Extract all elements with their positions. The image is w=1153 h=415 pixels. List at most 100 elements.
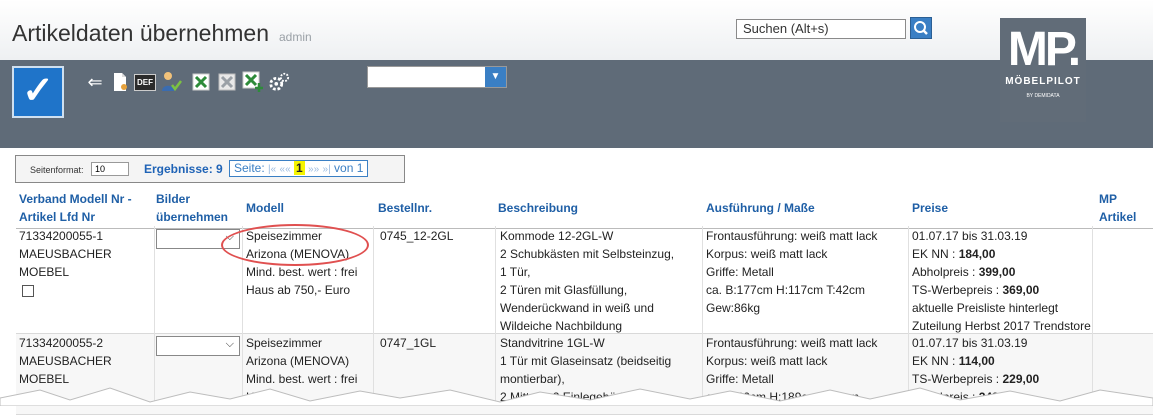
column-header-preise[interactable]: Preise [912,199,948,217]
cell-line: Speisezimmer [246,336,323,350]
highlight-annotation [221,224,369,266]
cell-line: Wildeiche Nachbildung [500,319,623,333]
column-header-mp-artikel[interactable]: MP Artikel [1099,190,1136,226]
price-label: Abholpreis : [912,265,979,279]
column-divider [908,226,909,406]
price-line: EK NN : 184,00 [912,245,1091,263]
cell-line: 71334200055-2 [19,336,104,350]
back-arrow-icon: ⇐ [87,71,103,92]
price-value: 399,00 [978,265,1016,279]
cell-bestellnr: 0747_1GL [380,336,437,350]
price-line: Zuteilung Herbst 2017 Trendstore [912,317,1091,335]
def-button[interactable]: DEF [134,71,156,93]
next-page-button[interactable]: »» [308,164,319,175]
def-icon: DEF [134,73,156,91]
cell-verband: 71334200055-2 MAEUSBACHER MOEBEL [19,334,112,388]
chevron-down-icon: ⌵ [225,338,234,350]
user-check-button[interactable] [160,71,182,93]
logo-mark: MP. [1007,23,1081,76]
excel-add-icon [242,71,263,92]
column-divider [1092,226,1093,406]
dropdown-button[interactable]: ▼ [485,67,506,87]
settings-button[interactable] [268,71,290,93]
user-check-icon [162,72,182,92]
excel-disabled-button[interactable] [216,71,238,93]
cell-line: 2 Schubkästen mit Selbsteinzug, [500,247,675,261]
cell-beschreibung: Kommode 12-2GL-W 2 Schubkästen mit Selbs… [500,227,674,335]
column-divider [373,226,374,406]
table-row[interactable]: 71334200055-1 MAEUSBACHER MOEBEL ⌵ Speis… [16,227,1153,334]
excel-icon [192,73,210,91]
cell-line: 1 Tür mit Glaseinsatz (beidseitig [500,354,672,368]
settings-icon [269,72,290,91]
cell-bestellnr: 0745_12-2GL [380,229,454,243]
page-format-label: Seitenformat: [30,165,84,175]
page-title: Artikeldaten übernehmen admin [12,20,312,47]
cell-line: Haus ab 750,- Euro [246,283,351,297]
confirm-button[interactable]: ✓ [12,66,64,118]
excel-add-button[interactable] [242,71,264,93]
results-count: Ergebnisse: 9 [144,162,223,176]
cell-line: 2 Türen mit Glasfüllung, [500,283,628,297]
logo-tagline: BY DEMIDATA [1026,93,1060,99]
logo-name: MÖBELPILOT [1005,76,1081,87]
cell-line: Arizona (MENOVA) [246,354,350,368]
first-page-button[interactable]: |« [268,164,276,175]
price-value: 184,00 [958,247,996,261]
cell-ausfuehrung: Frontausführung: weiß matt lack Korpus: … [706,227,877,317]
page-title-text: Artikeldaten übernehmen [12,20,269,46]
cell-line: Standvitrine 1GL-W [500,336,605,350]
search-icon [914,21,928,35]
current-page[interactable]: 1 [294,161,305,175]
cell-line: MAEUSBACHER [19,354,112,368]
column-header-ausfuehrung[interactable]: Ausführung / Maße [706,199,815,217]
column-header-bestellnr[interactable]: Bestellnr. [378,199,432,217]
cell-line: MOEBEL [19,265,70,279]
price-label: TS-Werbepreis : [912,283,1003,297]
chevron-down-icon: ▼ [490,71,501,82]
last-page-button[interactable]: »| [323,164,331,175]
cell-preise: 01.07.17 bis 31.03.19 EK NN : 184,00 Abh… [912,227,1091,335]
check-icon: ✓ [22,70,54,112]
column-header-beschreibung[interactable]: Beschreibung [498,199,578,217]
price-label: Zuteilung Herbst 2017 Trendstore [912,319,1091,333]
price-line: TS-Werbepreis : 369,00 [912,281,1091,299]
document-button[interactable] [109,71,131,93]
row-checkbox[interactable] [22,285,34,297]
cell-line: 1 Tür, [500,265,531,279]
header-line: Bilder [156,192,191,206]
column-header-modell[interactable]: Modell [246,199,284,217]
header-line: Verband Modell Nr - [19,192,132,206]
header-line: MP [1099,192,1117,206]
cell-line: 71334200055-1 [19,229,104,243]
price-line: 01.07.17 bis 31.03.19 [912,334,1039,352]
price-line: Abholpreis : 399,00 [912,263,1091,281]
page-format-input[interactable] [91,162,129,176]
cell-line: Kommode 12-2GL-W [500,229,614,243]
page-total: von 1 [334,161,364,175]
cell-line: ca. B:177cm H:117cm T:42cm [706,283,865,297]
bilder-select[interactable]: ⌵ [156,336,240,356]
back-button[interactable]: ⇐ [84,71,106,93]
brand-logo: MP. MÖBELPILOT BY DEMIDATA [1000,18,1086,122]
search-button[interactable] [910,17,932,39]
cell-line: Gew:86kg [706,301,761,315]
price-line: aktuelle Preisliste hinterlegt [912,299,1091,317]
prev-page-button[interactable]: «« [280,164,291,175]
column-divider [702,226,703,406]
search-input[interactable]: Suchen (Alt+s) [736,19,906,39]
cell-line: Wenderückwand in weiß und [500,301,654,315]
cell-line: Griffe: Metall [706,265,774,279]
price-label: aktuelle Preisliste hinterlegt [912,301,1059,315]
user-name: admin [279,30,312,44]
column-divider [495,226,496,406]
cell-line: Frontausführung: weiß matt lack [706,229,878,243]
document-icon [114,73,127,91]
price-label: 01.07.17 bis 31.03.19 [912,229,1028,243]
column-header-bilder[interactable]: Bilder übernehmen [156,190,228,226]
price-value: 369,00 [1002,283,1040,297]
page-navigator: Seite: |« «« 1 »» »| von 1 [229,160,369,177]
column-header-verband[interactable]: Verband Modell Nr - Artikel Lfd Nr [19,190,132,226]
header-line: übernehmen [156,210,229,224]
excel-button[interactable] [190,71,212,93]
